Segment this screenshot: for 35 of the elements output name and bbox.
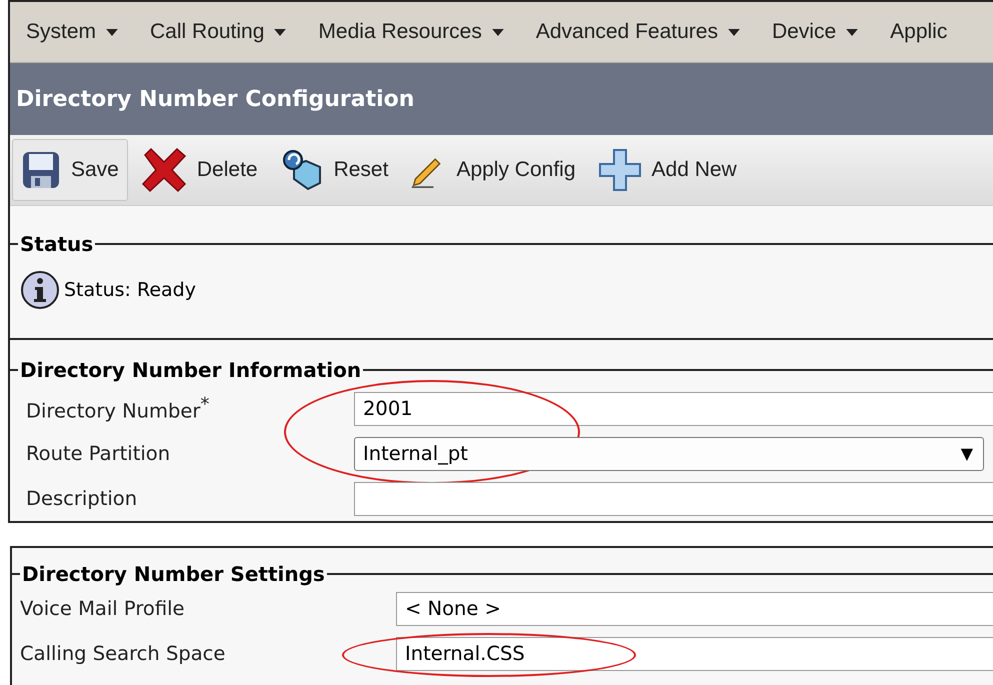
menu-item[interactable]: Device [756, 20, 874, 44]
field-label: Route Partition [26, 442, 170, 465]
cross-icon [140, 147, 187, 193]
menu-item[interactable]: System [10, 20, 134, 44]
field-label: Directory Number [26, 400, 200, 423]
caret-icon [106, 28, 118, 36]
input-field[interactable]: 2001 [354, 392, 993, 426]
menu-item[interactable]: Advanced Features [520, 20, 756, 44]
input-field[interactable] [354, 482, 993, 516]
status-message: Status: Ready [64, 279, 196, 301]
info-icon [20, 270, 60, 310]
toolbar-button[interactable]: Reset [270, 139, 398, 201]
caret-icon [274, 28, 286, 36]
field-label: Calling Search Space [20, 642, 226, 665]
dropdown-field[interactable]: Internal_pt ▼ [354, 436, 984, 470]
caret-icon [492, 28, 504, 36]
caret-icon [728, 28, 740, 36]
field-label: Voice Mail Profile [20, 597, 185, 620]
group-legend: Directory Number Settings [20, 562, 327, 586]
field-label: Description [26, 487, 138, 510]
caret-icon [846, 28, 858, 36]
menu-item[interactable]: Call Routing [134, 20, 302, 44]
toolbar-button[interactable]: Add New [588, 139, 746, 201]
toolbar-button[interactable]: Save [12, 139, 128, 201]
plus-icon [598, 148, 642, 192]
input-field[interactable]: < None > [396, 592, 993, 626]
group-legend: Status [18, 232, 96, 256]
menu-item[interactable]: Media Resources [302, 20, 520, 44]
page-title: Directory Number Configuration [16, 86, 414, 112]
toolbar-button[interactable]: Delete [132, 139, 267, 201]
required-mark: * [200, 394, 210, 416]
toolbar-button[interactable]: Apply Config [401, 139, 585, 201]
group-legend: Directory Number Information [18, 358, 364, 382]
menu-item[interactable]: Applic [874, 20, 964, 44]
input-field[interactable]: Internal.CSS [396, 636, 993, 670]
